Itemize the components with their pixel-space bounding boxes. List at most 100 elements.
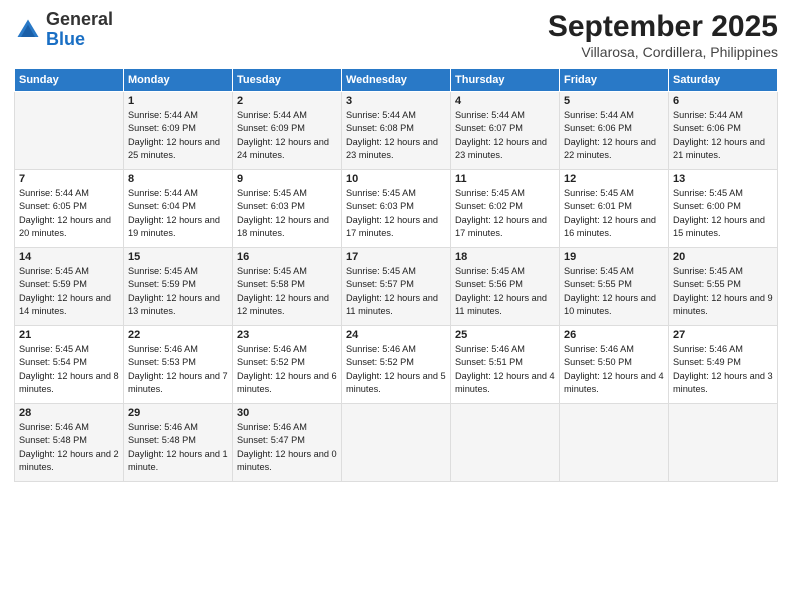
col-monday: Monday bbox=[124, 69, 233, 92]
header-row: Sunday Monday Tuesday Wednesday Thursday… bbox=[15, 69, 778, 92]
day-info: Sunrise: 5:44 AMSunset: 6:08 PMDaylight:… bbox=[346, 109, 446, 162]
day-info: Sunrise: 5:45 AMSunset: 6:02 PMDaylight:… bbox=[455, 187, 555, 240]
header: General Blue September 2025 Villarosa, C… bbox=[14, 10, 778, 60]
day-number: 14 bbox=[19, 251, 119, 263]
calendar-cell: 24 Sunrise: 5:46 AMSunset: 5:52 PMDayligh… bbox=[342, 326, 451, 404]
day-number: 12 bbox=[564, 173, 664, 185]
day-info: Sunrise: 5:46 AMSunset: 5:51 PMDaylight:… bbox=[455, 343, 555, 396]
calendar-cell bbox=[342, 404, 451, 482]
day-info: Sunrise: 5:46 AMSunset: 5:50 PMDaylight:… bbox=[564, 343, 664, 396]
logo-icon bbox=[14, 16, 42, 44]
col-friday: Friday bbox=[560, 69, 669, 92]
day-number: 16 bbox=[237, 251, 337, 263]
main-container: General Blue September 2025 Villarosa, C… bbox=[0, 0, 792, 612]
calendar-cell: 10Sunrise: 5:45 AMSunset: 6:03 PMDayligh… bbox=[342, 170, 451, 248]
calendar-cell bbox=[451, 404, 560, 482]
col-wednesday: Wednesday bbox=[342, 69, 451, 92]
calendar-cell: 1 Sunrise: 5:44 AMSunset: 6:09 PMDaylight… bbox=[124, 92, 233, 170]
title-block: September 2025 Villarosa, Cordillera, Ph… bbox=[548, 10, 778, 60]
day-info: Sunrise: 5:45 AMSunset: 5:57 PMDaylight:… bbox=[346, 265, 446, 318]
month-year: September 2025 bbox=[548, 10, 778, 44]
calendar-cell: 28 Sunrise: 5:46 AMSunset: 5:48 PMDayligh… bbox=[15, 404, 124, 482]
calendar-cell: 20Sunrise: 5:45 AMSunset: 5:55 PMDayligh… bbox=[669, 248, 778, 326]
day-info: Sunrise: 5:45 AMSunset: 5:59 PMDaylight:… bbox=[19, 265, 119, 318]
calendar-cell: 13 Sunrise: 5:45 AMSunset: 6:00 PMDayligh… bbox=[669, 170, 778, 248]
day-info: Sunrise: 5:45 AMSunset: 5:59 PMDaylight:… bbox=[128, 265, 228, 318]
day-number: 11 bbox=[455, 173, 555, 185]
day-number: 6 bbox=[673, 95, 773, 107]
calendar-cell: 27Sunrise: 5:46 AMSunset: 5:49 PMDayligh… bbox=[669, 326, 778, 404]
logo-text: General Blue bbox=[46, 10, 113, 50]
calendar-cell: 12Sunrise: 5:45 AMSunset: 6:01 PMDayligh… bbox=[560, 170, 669, 248]
day-info: Sunrise: 5:44 AMSunset: 6:06 PMDaylight:… bbox=[673, 109, 773, 162]
calendar-cell: 4Sunrise: 5:44 AMSunset: 6:07 PMDaylight… bbox=[451, 92, 560, 170]
day-number: 2 bbox=[237, 95, 337, 107]
day-number: 28 bbox=[19, 407, 119, 419]
day-info: Sunrise: 5:45 AMSunset: 5:56 PMDaylight:… bbox=[455, 265, 555, 318]
day-number: 10 bbox=[346, 173, 446, 185]
calendar-cell: 22Sunrise: 5:46 AMSunset: 5:53 PMDayligh… bbox=[124, 326, 233, 404]
day-number: 23 bbox=[237, 329, 337, 341]
location: Villarosa, Cordillera, Philippines bbox=[548, 44, 778, 60]
day-number: 13 bbox=[673, 173, 773, 185]
day-info: Sunrise: 5:44 AMSunset: 6:09 PMDaylight:… bbox=[237, 109, 337, 162]
calendar-cell: 14 Sunrise: 5:45 AMSunset: 5:59 PMDayligh… bbox=[15, 248, 124, 326]
calendar-cell: 5 Sunrise: 5:44 AMSunset: 6:06 PMDaylight… bbox=[560, 92, 669, 170]
calendar-cell: 8Sunrise: 5:44 AMSunset: 6:04 PMDaylight… bbox=[124, 170, 233, 248]
calendar-cell: 26 Sunrise: 5:46 AMSunset: 5:50 PMDayligh… bbox=[560, 326, 669, 404]
col-thursday: Thursday bbox=[451, 69, 560, 92]
day-number: 26 bbox=[564, 329, 664, 341]
day-number: 30 bbox=[237, 407, 337, 419]
calendar-cell: 9 Sunrise: 5:45 AMSunset: 6:03 PMDaylight… bbox=[233, 170, 342, 248]
day-info: Sunrise: 5:45 AMSunset: 6:00 PMDaylight:… bbox=[673, 187, 773, 240]
calendar-week-1: 7Sunrise: 5:44 AMSunset: 6:05 PMDaylight… bbox=[15, 170, 778, 248]
calendar-cell: 3 Sunrise: 5:44 AMSunset: 6:08 PMDaylight… bbox=[342, 92, 451, 170]
day-info: Sunrise: 5:46 AMSunset: 5:47 PMDaylight:… bbox=[237, 421, 337, 474]
calendar-cell: 7Sunrise: 5:44 AMSunset: 6:05 PMDaylight… bbox=[15, 170, 124, 248]
calendar-week-4: 28 Sunrise: 5:46 AMSunset: 5:48 PMDayligh… bbox=[15, 404, 778, 482]
day-info: Sunrise: 5:44 AMSunset: 6:04 PMDaylight:… bbox=[128, 187, 228, 240]
calendar-cell bbox=[15, 92, 124, 170]
day-info: Sunrise: 5:44 AMSunset: 6:09 PMDaylight:… bbox=[128, 109, 228, 162]
day-info: Sunrise: 5:45 AMSunset: 5:54 PMDaylight:… bbox=[19, 343, 119, 396]
calendar-cell: 6 Sunrise: 5:44 AMSunset: 6:06 PMDaylight… bbox=[669, 92, 778, 170]
calendar-cell: 16 Sunrise: 5:45 AMSunset: 5:58 PMDayligh… bbox=[233, 248, 342, 326]
day-number: 1 bbox=[128, 95, 228, 107]
col-sunday: Sunday bbox=[15, 69, 124, 92]
day-info: Sunrise: 5:46 AMSunset: 5:52 PMDaylight:… bbox=[237, 343, 337, 396]
calendar-cell: 23 Sunrise: 5:46 AMSunset: 5:52 PMDayligh… bbox=[233, 326, 342, 404]
day-number: 24 bbox=[346, 329, 446, 341]
day-info: Sunrise: 5:45 AMSunset: 5:55 PMDaylight:… bbox=[673, 265, 773, 318]
day-number: 5 bbox=[564, 95, 664, 107]
day-info: Sunrise: 5:46 AMSunset: 5:52 PMDaylight:… bbox=[346, 343, 446, 396]
day-info: Sunrise: 5:46 AMSunset: 5:48 PMDaylight:… bbox=[19, 421, 119, 474]
logo: General Blue bbox=[14, 10, 113, 50]
calendar-cell: 19 Sunrise: 5:45 AMSunset: 5:55 PMDayligh… bbox=[560, 248, 669, 326]
calendar-cell bbox=[669, 404, 778, 482]
calendar-cell: 30 Sunrise: 5:46 AMSunset: 5:47 PMDayligh… bbox=[233, 404, 342, 482]
calendar-cell: 2 Sunrise: 5:44 AMSunset: 6:09 PMDaylight… bbox=[233, 92, 342, 170]
day-number: 22 bbox=[128, 329, 228, 341]
col-tuesday: Tuesday bbox=[233, 69, 342, 92]
logo-general: General bbox=[46, 9, 113, 29]
calendar-cell: 25 Sunrise: 5:46 AMSunset: 5:51 PMDayligh… bbox=[451, 326, 560, 404]
day-number: 25 bbox=[455, 329, 555, 341]
day-number: 3 bbox=[346, 95, 446, 107]
day-info: Sunrise: 5:45 AMSunset: 6:03 PMDaylight:… bbox=[237, 187, 337, 240]
logo-blue: Blue bbox=[46, 29, 85, 49]
day-number: 19 bbox=[564, 251, 664, 263]
calendar-week-3: 21 Sunrise: 5:45 AMSunset: 5:54 PMDayligh… bbox=[15, 326, 778, 404]
day-info: Sunrise: 5:45 AMSunset: 5:58 PMDaylight:… bbox=[237, 265, 337, 318]
day-info: Sunrise: 5:45 AMSunset: 5:55 PMDaylight:… bbox=[564, 265, 664, 318]
day-number: 29 bbox=[128, 407, 228, 419]
day-number: 9 bbox=[237, 173, 337, 185]
day-info: Sunrise: 5:44 AMSunset: 6:07 PMDaylight:… bbox=[455, 109, 555, 162]
day-info: Sunrise: 5:44 AMSunset: 6:06 PMDaylight:… bbox=[564, 109, 664, 162]
col-saturday: Saturday bbox=[669, 69, 778, 92]
day-number: 15 bbox=[128, 251, 228, 263]
calendar-cell: 29Sunrise: 5:46 AMSunset: 5:48 PMDayligh… bbox=[124, 404, 233, 482]
day-number: 27 bbox=[673, 329, 773, 341]
day-number: 21 bbox=[19, 329, 119, 341]
day-number: 18 bbox=[455, 251, 555, 263]
day-number: 7 bbox=[19, 173, 119, 185]
